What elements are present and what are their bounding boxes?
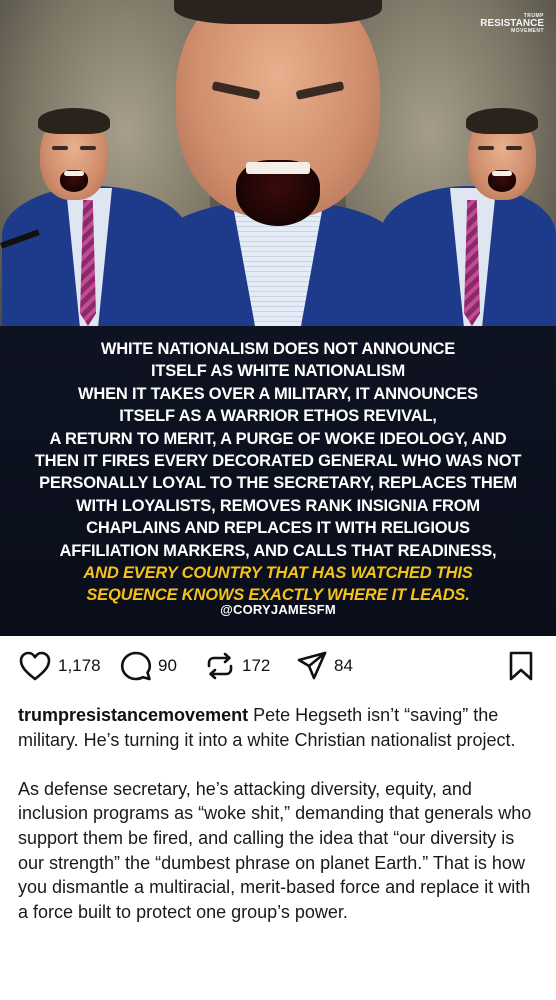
comment-icon <box>120 651 152 681</box>
speaker-center-figure <box>150 0 406 326</box>
repost-count: 172 <box>242 656 271 675</box>
save-button[interactable] <box>506 646 536 686</box>
quote-line: WHITE NATIONALISM DOES NOT ANNOUNCE <box>100 340 456 358</box>
quote-line: CHAPLAINS AND REPLACES IT WITH RELIGIOUS <box>86 519 470 538</box>
caption-paragraph-2: As defense secretary, he’s attacking div… <box>18 778 532 922</box>
quote-line: THEN IT FIRES EVERY DECORATED GENERAL WH… <box>34 452 522 471</box>
quote-text: WHITE NATIONALISM DOES NOT ANNOUNCE ITSEL… <box>12 338 544 607</box>
heart-icon <box>19 651 51 681</box>
like-count: 1,178 <box>58 656 101 675</box>
quote-panel: WHITE NATIONALISM DOES NOT ANNOUNCE ITSEL… <box>0 326 556 636</box>
repost-button[interactable]: 172 <box>204 646 270 686</box>
quote-line: AFFILIATION MARKERS, AND CALLS THAT READ… <box>59 541 497 560</box>
repost-icon <box>207 652 233 680</box>
quote-line: PERSONALLY LOYAL TO THE SECRETARY, REPLA… <box>39 474 517 493</box>
quote-line: AND EVERY COUNTRY THAT HAS WATCHED THIS <box>83 564 473 583</box>
post-caption: trumpresistancemovement Pete Hegseth isn… <box>18 703 544 924</box>
comment-button[interactable]: 90 <box>120 646 177 686</box>
quote-line: WITH LOYALISTS, REMOVES RANK INSIGNIA FR… <box>76 496 480 515</box>
quote-line: WHEN IT TAKES OVER A MILITARY, IT ANNOUN… <box>78 384 478 403</box>
send-icon <box>297 651 327 680</box>
caption-username[interactable]: trumpresistancemovement <box>18 705 248 725</box>
quote-line: A RETURN TO MERIT, A PURGE OF WOKE IDEOL… <box>49 429 507 448</box>
post-photo: TRUMP RESISTANCE MOVEMENT <box>0 0 556 326</box>
comment-count: 90 <box>158 656 177 675</box>
post-action-bar: 1,178 90 172 84 <box>0 646 556 686</box>
quote-line: ITSELF AS A WARRIOR ETHOS REVIVAL, <box>119 407 437 426</box>
post-image[interactable]: TRUMP RESISTANCE MOVEMENT WHITE NATIONAL… <box>0 0 556 636</box>
share-button[interactable]: 84 <box>296 646 353 686</box>
share-count: 84 <box>334 656 353 675</box>
quote-author-handle: @CORYJAMESFM <box>220 602 336 617</box>
caption-paragraph-1: trumpresistancemovement Pete Hegseth isn… <box>18 703 544 752</box>
quote-line: ITSELF AS WHITE NATIONALISM <box>151 362 405 381</box>
speaker-right-figure <box>380 100 556 326</box>
bookmark-icon <box>509 651 533 681</box>
watermark-logo: TRUMP RESISTANCE MOVEMENT <box>480 13 544 34</box>
like-button[interactable]: 1,178 <box>18 646 101 686</box>
